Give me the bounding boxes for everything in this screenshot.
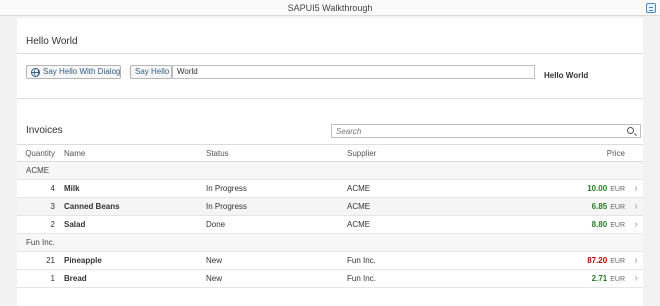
name-cell: Pineapple (64, 256, 102, 265)
name-cell: Bread (64, 274, 87, 283)
app-title: SAPUI5 Walkthrough (287, 3, 373, 13)
table-row[interactable]: 4 Milk In Progress ACME 10.00 EUR › (17, 180, 643, 198)
price-currency: EUR (610, 222, 625, 229)
invoices-table: Quantity Name Status Supplier Price ACME… (17, 144, 643, 288)
window-menu-icon[interactable] (646, 3, 656, 13)
app-title-bar: SAPUI5 Walkthrough (0, 0, 660, 16)
name-cell: Milk (64, 184, 80, 193)
quantity-cell: 4 (50, 184, 55, 193)
price-value: 2.71 (591, 274, 608, 283)
quantity-cell: 2 (50, 220, 55, 229)
column-header-quantity: Quantity (25, 149, 55, 158)
hello-output-text: Hello World (544, 71, 589, 80)
table-row[interactable]: 21 Pineapple New Fun Inc. 87.20 EUR › (17, 252, 643, 270)
price-cell: 10.00 EUR (587, 180, 625, 199)
column-header-name: Name (64, 149, 86, 158)
price-cell: 87.20 EUR (587, 252, 625, 271)
quantity-cell: 3 (50, 202, 55, 211)
chevron-right-icon[interactable]: › (632, 198, 640, 216)
say-hello-dialog-label: Say Hello With Dialog (43, 67, 121, 76)
name-input[interactable]: World (172, 65, 535, 79)
section-divider (17, 98, 643, 99)
chevron-right-icon[interactable]: › (632, 180, 640, 198)
price-currency: EUR (610, 204, 625, 211)
search-icon[interactable] (627, 127, 634, 134)
price-currency: EUR (610, 258, 625, 265)
table-row[interactable]: 2 Salad Done ACME 8.80 EUR › (17, 216, 643, 234)
hello-panel-header: Hello World (17, 18, 643, 54)
status-cell: In Progress (206, 184, 247, 193)
group-header-label: ACME (26, 166, 50, 175)
column-header-price: Price (606, 149, 625, 158)
price-value: 6.85 (591, 202, 608, 211)
search-placeholder: Search (336, 127, 362, 136)
status-cell: Done (206, 220, 226, 229)
group-header-row: ACME (17, 162, 643, 180)
globe-icon (31, 68, 40, 77)
chevron-right-icon[interactable]: › (632, 252, 640, 270)
column-header-status: Status (206, 149, 229, 158)
table-header-row: Quantity Name Status Supplier Price (17, 144, 643, 162)
supplier-cell: ACME (347, 184, 371, 193)
table-row[interactable]: 3 Canned Beans In Progress ACME 6.85 EUR … (17, 198, 643, 216)
price-currency: EUR (610, 186, 625, 193)
say-hello-dialog-button[interactable]: Say Hello With Dialog (26, 65, 121, 79)
supplier-cell: ACME (347, 202, 371, 211)
chevron-right-icon[interactable]: › (632, 270, 640, 288)
quantity-cell: 1 (50, 274, 55, 283)
say-hello-button[interactable]: Say Hello (130, 65, 172, 79)
main-page: Hello World Say Hello With Dialog Say He… (17, 18, 643, 306)
invoices-title: Invoices (26, 125, 63, 136)
supplier-cell: ACME (347, 220, 371, 229)
group-header-row: Fun Inc. (17, 234, 643, 252)
price-currency: EUR (610, 276, 625, 283)
name-cell: Canned Beans (64, 202, 120, 211)
price-cell: 6.85 EUR (592, 198, 625, 217)
status-cell: New (206, 274, 223, 283)
supplier-cell: Fun Inc. (347, 256, 376, 265)
status-cell: New (206, 256, 223, 265)
price-cell: 8.80 EUR (592, 216, 625, 235)
name-cell: Salad (64, 220, 86, 229)
price-cell: 2.71 EUR (592, 270, 625, 289)
chevron-right-icon[interactable]: › (632, 216, 640, 234)
invoice-search-field[interactable]: Search (331, 124, 641, 138)
price-value: 8.80 (591, 220, 608, 229)
group-header-label: Fun Inc. (26, 238, 55, 247)
price-value: 10.00 (587, 184, 608, 193)
price-value: 87.20 (587, 256, 608, 265)
column-header-supplier: Supplier (347, 149, 377, 158)
quantity-cell: 21 (46, 256, 55, 265)
status-cell: In Progress (206, 202, 247, 211)
supplier-cell: Fun Inc. (347, 274, 376, 283)
table-row[interactable]: 1 Bread New Fun Inc. 2.71 EUR › (17, 270, 643, 288)
hello-panel-title: Hello World (26, 36, 78, 47)
